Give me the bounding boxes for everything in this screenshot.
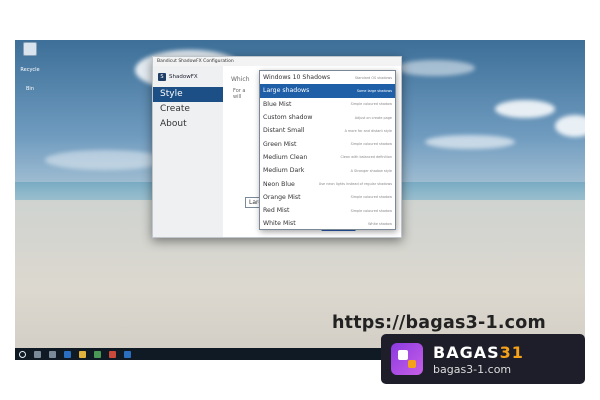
app-logo-text: ShadowFX [169,74,198,80]
option-description: Simple coloured shadow [350,102,392,107]
watermark-url: https://bagas3-1.com [332,313,546,333]
cloud [45,150,165,170]
option-description: Simple coloured shadow [350,195,392,200]
window-title: Bandicut ShadowFX Configuration [153,57,401,66]
section-heading: Which [231,76,250,83]
search-icon[interactable] [34,350,41,358]
cloud [395,60,475,76]
option-description: Some large shadows [356,88,392,93]
option-name: Orange Mist [263,193,301,201]
dropdown-option[interactable]: Red Mist Simple coloured shadow [260,204,395,217]
option-description: White shadow [368,221,392,226]
app-icon[interactable] [109,350,116,358]
option-name: Windows 10 Shadows [263,74,331,82]
badge-title: BAGAS31 [433,343,524,362]
option-name: Distant Small [263,127,305,135]
dropdown-option[interactable]: Neon Blue Use neon lights instead of regu… [260,177,395,190]
sidebar: S ShadowFX Style Create About [153,66,223,237]
option-name: White Mist [263,220,296,228]
option-description: Clean with balanced definition [340,155,392,160]
shadowfx-taskbar-icon[interactable] [124,350,131,358]
recycle-bin-icon[interactable]: Recycle Bin [19,42,41,94]
option-description: Standard OS shadows [354,75,392,80]
dropdown-option[interactable]: Medium Clean Clean with balanced definiti… [260,151,395,164]
option-name: Green Mist [263,140,297,148]
nav-create[interactable]: Create [153,102,223,117]
edge-icon[interactable] [64,350,71,358]
section-description: For a will [233,88,245,100]
dropdown-option[interactable]: Distant Small A more far and distant styl… [260,124,395,137]
file-explorer-icon[interactable] [79,350,86,358]
app-logo: S ShadowFX [153,66,223,87]
option-name: Large shadows [263,87,310,95]
option-description: Adjust on create page [354,115,392,120]
option-description: A Stronger shadow style [350,168,392,173]
option-description: A more far and distant style [344,128,392,133]
bagas-logo-icon [391,343,423,375]
badge-brand: BAGAS [433,342,500,362]
shadowfx-logo-icon: S [158,73,166,81]
store-icon[interactable] [94,350,101,358]
option-name: Red Mist [263,207,290,215]
option-description: Use neon lights instead of regular shado… [318,182,392,187]
dropdown-option[interactable]: Blue Mist Simple coloured shadow [260,98,395,111]
nav-about[interactable]: About [153,117,223,132]
option-name: Neon Blue [263,180,295,188]
dropdown-option[interactable]: Custom shadow Adjust on create page [260,111,395,124]
option-name: Custom shadow [263,114,313,122]
cloud [555,115,585,137]
option-description: Simple coloured shadow [350,208,392,213]
option-description: Simple coloured shadow [350,142,392,147]
badge-brand-number: 31 [499,342,524,362]
cloud [495,100,555,118]
dropdown-option[interactable]: Orange Mist Simple coloured shadow [260,191,395,204]
dropdown-option[interactable]: Green Mist Simple coloured shadow [260,137,395,150]
badge-subtitle: bagas3-1.com [433,362,512,376]
shadow-style-dropdown-list: Windows 10 Shadows Standard OS shadows Lar… [259,70,396,230]
option-name: Blue Mist [263,100,292,108]
option-name: Medium Clean [263,153,308,161]
cloud [425,135,515,149]
option-name: Medium Dark [263,167,305,175]
watermark-badge: BAGAS31 bagas3-1.com [381,334,585,384]
dropdown-option[interactable]: Medium Dark A Stronger shadow style [260,164,395,177]
recycle-bin-label: Recycle Bin [20,67,40,92]
description-line: will [233,94,242,100]
trash-icon [23,42,37,56]
task-view-icon[interactable] [49,350,56,358]
nav-style[interactable]: Style [153,87,223,102]
dropdown-option[interactable]: White Mist White shadow [260,217,395,230]
dropdown-option[interactable]: Windows 10 Shadows Standard OS shadows [260,71,395,84]
dropdown-option[interactable]: Large shadows Some large shadows [260,84,395,98]
start-button-icon[interactable] [19,350,26,358]
